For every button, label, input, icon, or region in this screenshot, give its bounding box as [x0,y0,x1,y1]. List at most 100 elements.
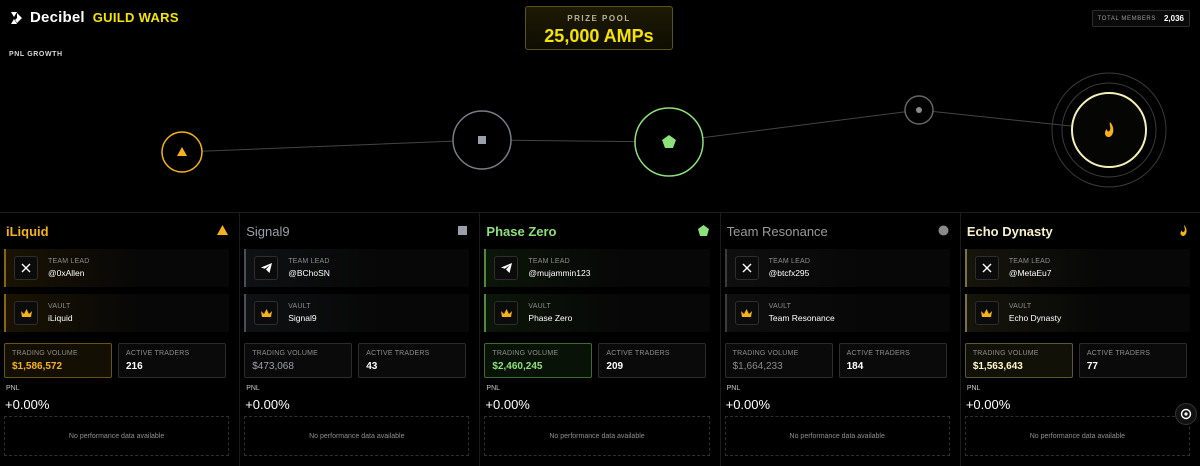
assistant-icon [1180,408,1192,420]
team-lead-handle: @MetaEu7 [1008,268,1052,278]
trading-volume-label: TRADING VOLUME [252,350,319,357]
pnl-label: PNL [246,385,260,392]
active-traders-stat: ACTIVE TRADERS 216 [118,343,226,378]
active-traders-value: 216 [126,361,143,372]
pnl-label: PNL [726,385,741,392]
performance-empty-state: No performance data available [4,416,230,456]
trading-volume-label: TRADING VOLUME [492,350,559,357]
pnl-growth-title: PNL GROWTH [9,51,63,58]
trading-volume-label: TRADING VOLUME [732,350,799,357]
performance-empty-state: No performance data available [244,416,470,456]
team-lead-row[interactable]: TEAM LEAD @BChoSN [244,249,470,287]
active-traders-value: 77 [1086,361,1098,372]
flame-icon [1180,225,1187,236]
vault-label: VAULT [768,303,792,310]
team-lead-handle: @mujammin123 [528,268,591,278]
node-echo-dynasty[interactable] [1051,72,1167,188]
team-card-team-resonance[interactable]: Team Resonance TEAM LEAD @btcfx295 VAULT… [721,213,961,466]
node-phase-zero[interactable] [634,107,704,177]
team-lead-row[interactable]: TEAM LEAD @0xAllen [4,249,230,287]
trading-volume-value: $1,586,572 [12,361,63,372]
decibel-logo-icon [11,11,22,24]
vault-name: Signal9 [288,313,317,323]
trading-volume-stat: TRADING VOLUME $1,563,643 [964,343,1073,378]
trading-volume-value: $1,664,233 [732,361,783,372]
node-signal9[interactable] [452,110,512,170]
vault-row[interactable]: VAULT Echo Dynasty [964,294,1191,332]
prize-pool-value: 25,000 AMPs [544,26,654,46]
crown-icon [974,301,999,325]
pnl-value: +0.00% [5,397,50,412]
team-lead-row[interactable]: TEAM LEAD @MetaEu7 [964,249,1191,287]
team-lead-label: TEAM LEAD [48,258,90,265]
telegram-icon [254,256,279,280]
pnl-value: +0.00% [725,397,771,412]
trading-volume-label: TRADING VOLUME [12,350,78,357]
vault-row[interactable]: VAULT Phase Zero [484,294,710,332]
vault-row[interactable]: VAULT Team Resonance [724,294,950,332]
vault-name: iLiquid [48,313,73,323]
help-button[interactable] [1175,403,1197,425]
team-columns: iLiquid TEAM LEAD @0xAllen VAULT iLiquid… [0,212,1200,466]
pnl-value: +0.00% [485,397,530,412]
total-members-badge: TOTAL MEMBERS 2,036 [1091,10,1190,27]
active-traders-label: ACTIVE TRADERS [366,350,430,357]
circle-icon [938,225,949,236]
active-traders-value: 209 [606,361,624,372]
trading-volume-stat: TRADING VOLUME $2,460,245 [484,343,593,378]
team-name: iLiquid [6,224,49,239]
trading-volume-stat: TRADING VOLUME $1,586,572 [4,343,112,378]
team-card-echo-dynasty[interactable]: Echo Dynasty TEAM LEAD @MetaEu7 VAULT Ec… [961,213,1200,466]
pnl-value: +0.00% [965,397,1011,412]
x-icon [974,256,999,280]
trading-volume-stat: TRADING VOLUME $1,664,233 [724,343,833,378]
x-icon [14,256,38,280]
active-traders-label: ACTIVE TRADERS [1086,350,1151,357]
vault-label: VAULT [288,303,311,310]
telegram-icon [494,256,519,280]
active-traders-value: 184 [846,361,864,372]
node-iliquid[interactable] [161,131,203,173]
team-lead-handle: @BChoSN [288,268,330,278]
pentagon-icon [697,225,709,236]
prize-pool-label: PRIZE POOL [567,14,631,23]
team-card-phase-zero[interactable]: Phase Zero TEAM LEAD @mujammin123 VAULT … [480,213,721,466]
prize-pool: PRIZE POOL 25,000 AMPs [525,6,673,50]
team-lead-row[interactable]: TEAM LEAD @btcfx295 [724,249,950,287]
x-icon [734,256,759,280]
vault-label: VAULT [48,303,71,310]
team-lead-label: TEAM LEAD [768,258,811,265]
team-lead-label: TEAM LEAD [528,258,570,265]
square-icon [458,226,468,235]
active-traders-value: 43 [366,361,378,372]
team-name: Team Resonance [726,224,828,239]
performance-empty-state: No performance data available [964,416,1191,456]
team-name: Phase Zero [486,224,557,239]
crown-icon [14,301,38,325]
active-traders-label: ACTIVE TRADERS [606,350,670,357]
performance-empty-state: No performance data available [724,416,950,456]
triangle-icon [217,225,229,235]
brand-logo[interactable]: Decibel GUILD WARS [8,9,179,26]
pnl-value: +0.00% [245,397,290,412]
node-team-resonance[interactable] [904,95,934,125]
team-lead-row[interactable]: TEAM LEAD @mujammin123 [484,249,710,287]
active-traders-stat: ACTIVE TRADERS 43 [358,343,467,378]
pnl-label: PNL [486,385,501,392]
vault-row[interactable]: VAULT iLiquid [4,294,230,332]
vault-row[interactable]: VAULT Signal9 [244,294,470,332]
team-card-iliquid[interactable]: iLiquid TEAM LEAD @0xAllen VAULT iLiquid… [0,213,241,466]
trading-volume-label: TRADING VOLUME [972,350,1039,357]
team-name: Signal9 [246,224,290,239]
pnl-label: PNL [966,385,981,392]
active-traders-stat: ACTIVE TRADERS 77 [1078,343,1187,378]
team-card-signal9[interactable]: Signal9 TEAM LEAD @BChoSN VAULT Signal9 … [240,213,481,466]
active-traders-label: ACTIVE TRADERS [846,350,910,357]
trading-volume-value: $2,460,245 [492,361,543,372]
crown-icon [734,301,759,325]
trading-volume-value: $473,068 [252,361,294,372]
team-lead-label: TEAM LEAD [1008,258,1051,265]
trading-volume-stat: TRADING VOLUME $473,068 [244,343,353,378]
team-name: Echo Dynasty [966,224,1053,239]
team-lead-handle: @0xAllen [48,268,85,278]
